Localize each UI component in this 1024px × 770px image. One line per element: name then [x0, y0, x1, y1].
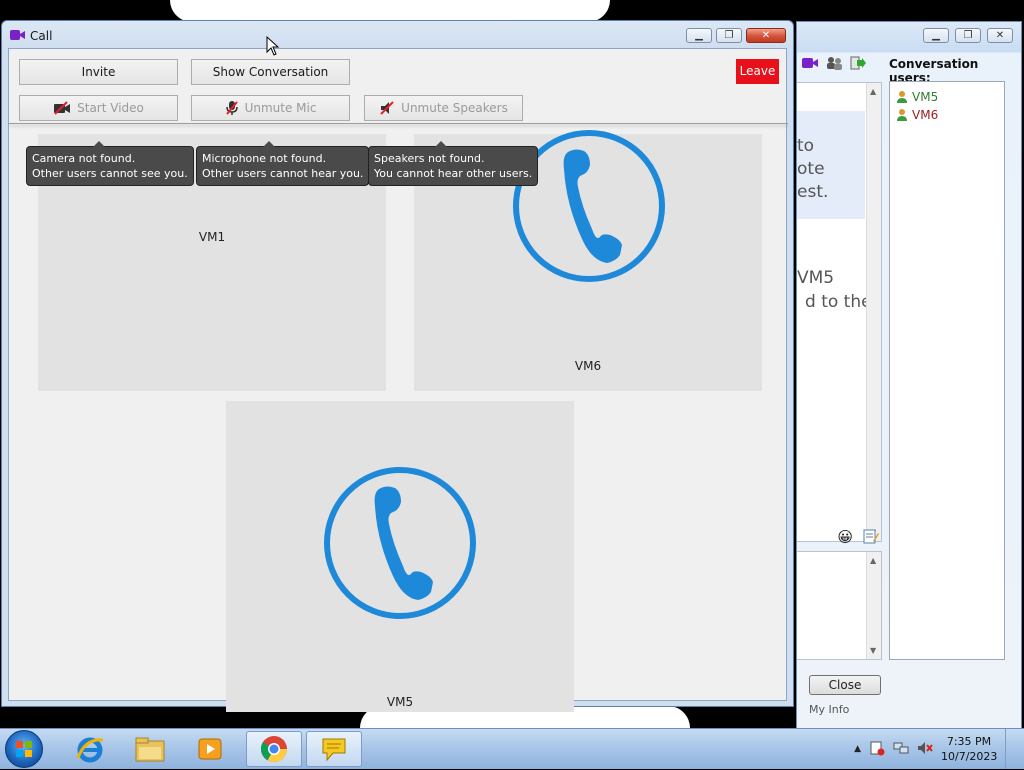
participant-name: VM5 [386, 695, 414, 709]
start-video-label: Start Video [77, 101, 144, 115]
close-window-button[interactable]: ✕ [987, 28, 1013, 43]
show-hidden-icons-icon[interactable]: ▲ [854, 744, 861, 754]
network-icon[interactable] [893, 740, 909, 759]
clock-time: 7:35 PM [946, 735, 992, 748]
media-player-icon [198, 738, 222, 760]
call-window: Call ▁ ❐ ✕ Invite Show Conversation Leav… [1, 20, 794, 712]
chrome-icon [260, 736, 288, 763]
conversation-window-controls: ▁ ❐ ✕ [923, 28, 1013, 43]
mouse-cursor-icon [266, 36, 280, 56]
camera-tooltip: Camera not found. Other users cannot see… [26, 141, 194, 186]
tooltip-line: You cannot hear other users. [374, 167, 533, 180]
volume-muted-icon[interactable] [917, 740, 933, 759]
user-name: VM6 [912, 108, 939, 122]
speakers-tooltip: Speakers not found. You cannot hear othe… [368, 141, 539, 186]
scroll-up-icon[interactable]: ▲ [870, 556, 876, 565]
emoji-icon[interactable]: 😀 [837, 528, 853, 546]
input-scrollbar[interactable]: ▲ ▼ [866, 552, 881, 659]
user-icon [897, 91, 907, 103]
video-call-icon[interactable] [801, 55, 819, 71]
folder-icon [135, 737, 165, 762]
call-content: Invite Show Conversation Leave Start Vid… [8, 48, 788, 712]
minimize-button[interactable]: ▁ [923, 28, 949, 43]
taskbar-media-player[interactable] [182, 731, 238, 767]
tooltip-line: Other users cannot see you. [32, 167, 188, 180]
taskbar-messenger[interactable] [306, 731, 362, 767]
window-controls: ▁ ❐ ✕ [686, 28, 786, 43]
internet-explorer-icon [76, 737, 104, 763]
chat-scrollbar[interactable]: ▲ ▼ [866, 83, 881, 541]
show-desktop-button[interactable] [1005, 729, 1016, 769]
clock-date: 10/7/2023 [941, 750, 998, 763]
scroll-up-icon[interactable]: ▲ [870, 87, 876, 96]
user-name: VM5 [912, 90, 939, 104]
camera-off-icon [54, 101, 71, 115]
participant-name: VM6 [574, 359, 602, 373]
exit-conversation-icon[interactable] [849, 55, 867, 71]
maximize-button[interactable]: ❐ [955, 28, 981, 43]
taskbar-internet-explorer[interactable] [62, 731, 118, 767]
participant-tile-vm5: VM5 [226, 401, 574, 712]
chat-fragment: est. [797, 182, 829, 202]
show-conversation-button[interactable]: Show Conversation [191, 59, 350, 85]
invite-button[interactable]: Invite [19, 59, 178, 85]
conversation-users-list: VM5 VM6 [889, 81, 1005, 660]
system-tray: ▲ 7:35 PM 10/7/2023 [854, 729, 1024, 769]
chat-fragment: d to the [805, 292, 872, 312]
mic-off-icon [225, 101, 238, 115]
unmute-mic-button[interactable]: Unmute Mic [191, 95, 350, 121]
user-icon [897, 109, 907, 121]
participant-name: VM1 [198, 230, 226, 244]
windows-logo-icon [16, 741, 32, 757]
phone-icon [324, 467, 476, 619]
taskbar-clock[interactable]: 7:35 PM 10/7/2023 [941, 734, 997, 764]
scroll-down-icon[interactable]: ▼ [870, 646, 876, 655]
tooltip-line: Other users cannot hear you. [202, 167, 364, 180]
tooltip-line: Microphone not found. [202, 152, 327, 165]
edit-note-icon[interactable] [863, 528, 879, 547]
conversation-window: ▁ ❐ ✕ Conversation users: to ote est. VM… [796, 21, 1022, 730]
my-info-link[interactable]: My Info [809, 703, 849, 716]
action-center-icon[interactable] [869, 740, 885, 759]
tooltip-line: Camera not found. [32, 152, 136, 165]
chat-history[interactable]: to ote est. VM5 d to the ▲ ▼ [797, 82, 882, 542]
user-item-vm6[interactable]: VM6 [890, 106, 1004, 124]
window-title: Call [30, 29, 53, 43]
chat-bubble-icon [322, 738, 346, 762]
close-window-button[interactable]: ✕ [746, 28, 786, 43]
speaker-off-icon [380, 101, 394, 115]
start-video-button[interactable]: Start Video [19, 95, 178, 121]
unmute-mic-label: Unmute Mic [244, 101, 317, 115]
start-button[interactable] [5, 730, 43, 768]
message-tools: 😀 [797, 526, 883, 548]
close-button[interactable]: Close [809, 675, 881, 695]
unmute-speakers-button[interactable]: Unmute Speakers [364, 95, 523, 121]
minimize-button[interactable]: ▁ [686, 28, 712, 43]
taskbar-file-explorer[interactable] [122, 731, 178, 767]
video-camera-icon [10, 29, 26, 44]
taskbar: ▲ 7:35 PM 10/7/2023 [0, 728, 1024, 769]
chat-fragment: to [797, 136, 815, 156]
microphone-tooltip: Microphone not found. Other users cannot… [196, 141, 370, 186]
users-settings-icon[interactable] [825, 55, 843, 71]
chat-fragment: VM5 [797, 268, 835, 288]
chat-fragment: ote [797, 159, 825, 179]
toolbar-divider [9, 123, 788, 124]
title-bar[interactable]: Call ▁ ❐ ✕ [2, 21, 793, 49]
message-input[interactable]: ▲ ▼ [797, 551, 882, 660]
leave-button[interactable]: Leave [736, 59, 779, 84]
unmute-speakers-label: Unmute Speakers [401, 101, 508, 115]
taskbar-chrome[interactable] [246, 731, 302, 767]
user-item-vm5[interactable]: VM5 [890, 88, 1004, 106]
tooltip-line: Speakers not found. [374, 152, 485, 165]
conversation-toolbar [801, 55, 867, 71]
maximize-button[interactable]: ❐ [716, 28, 742, 43]
